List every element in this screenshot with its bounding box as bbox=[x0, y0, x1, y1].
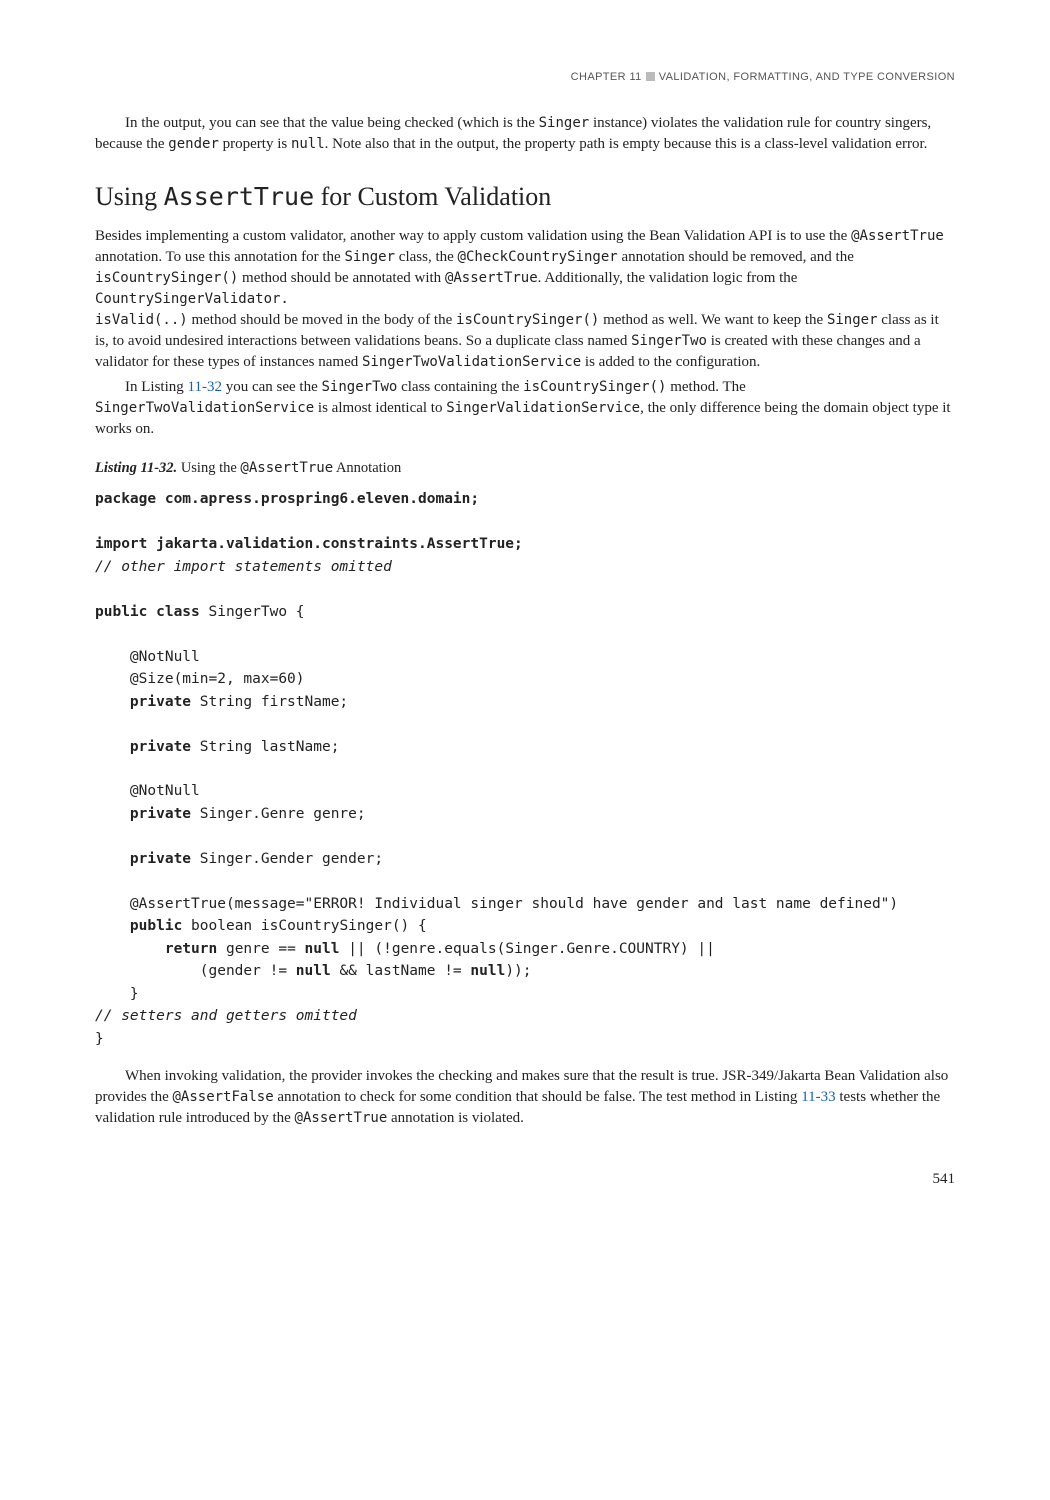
listing-label: Listing 11-32. bbox=[95, 460, 177, 476]
code-line: import jakarta.validation.constraints.As… bbox=[95, 536, 523, 552]
code-inline: null bbox=[291, 136, 325, 152]
code-inline: isCountrySinger() bbox=[456, 312, 599, 328]
text: class, the bbox=[395, 249, 457, 265]
code-line: @NotNull bbox=[95, 783, 200, 799]
code-inline: SingerTwo bbox=[631, 333, 707, 349]
code-text bbox=[95, 851, 130, 867]
code-line: package com.apress.prospring6.eleven.dom… bbox=[95, 491, 479, 507]
code-text: && lastName != bbox=[331, 963, 471, 979]
code-text: String lastName; bbox=[191, 739, 339, 755]
page-number: 541 bbox=[95, 1169, 955, 1190]
code-inline: SingerValidationService bbox=[446, 400, 640, 416]
paragraph: In the output, you can see that the valu… bbox=[95, 113, 955, 155]
text: method as well. We want to keep the bbox=[599, 312, 827, 328]
code-comment: // setters and getters omitted bbox=[95, 1008, 357, 1024]
text: Annotation bbox=[333, 460, 401, 476]
code-line: } bbox=[95, 986, 139, 1002]
text: annotation should be removed, and the bbox=[618, 249, 854, 265]
code-inline: @AssertTrue bbox=[240, 460, 333, 476]
code-text: (gender != bbox=[95, 963, 296, 979]
code-inline: SingerTwoValidationService bbox=[362, 354, 581, 370]
code-text: SingerTwo { bbox=[200, 604, 305, 620]
text: annotation is violated. bbox=[387, 1110, 524, 1126]
text: is added to the configuration. bbox=[581, 354, 760, 370]
code-text: genre == bbox=[217, 941, 304, 957]
text: is almost identical to bbox=[314, 400, 446, 416]
text: . Note also that in the output, the prop… bbox=[325, 136, 928, 152]
code-text: Singer.Genre genre; bbox=[191, 806, 366, 822]
code-text bbox=[95, 694, 130, 710]
code-inline: CountrySingerValidator. bbox=[95, 291, 289, 307]
code-text: || (!genre.equals(Singer.Genre.COUNTRY) … bbox=[339, 941, 714, 957]
text: Besides implementing a custom validator,… bbox=[95, 228, 851, 244]
code-inline: @AssertFalse bbox=[172, 1089, 273, 1105]
code-text bbox=[95, 918, 130, 934]
code-keyword: public bbox=[130, 918, 182, 934]
code-comment: // other import statements omitted bbox=[95, 559, 392, 575]
code-inline: Singer bbox=[344, 249, 395, 265]
code-inline: isCountrySinger() bbox=[523, 379, 666, 395]
text: Using bbox=[95, 182, 164, 211]
code-inline: Singer bbox=[539, 115, 590, 131]
code-text: boolean isCountrySinger() { bbox=[182, 918, 426, 934]
code-line: @AssertTrue(message="ERROR! Individual s… bbox=[95, 896, 898, 912]
text: Using the bbox=[181, 460, 241, 476]
code-inline: @AssertTrue bbox=[445, 270, 538, 286]
text: method. The bbox=[666, 379, 745, 395]
text: In Listing bbox=[125, 379, 188, 395]
text: In the output, you can see that the valu… bbox=[125, 115, 539, 131]
text: method should be annotated with bbox=[238, 270, 445, 286]
code-inline: SingerTwo bbox=[322, 379, 398, 395]
code-inline: @AssertTrue bbox=[295, 1110, 388, 1126]
listing-ref-link[interactable]: 11-32 bbox=[188, 379, 222, 395]
code-keyword: null bbox=[296, 963, 331, 979]
code-text: String firstName; bbox=[191, 694, 348, 710]
code-keyword: private bbox=[130, 694, 191, 710]
listing-ref-link[interactable]: 11-33 bbox=[801, 1089, 835, 1105]
section-heading: Using AssertTrue for Custom Validation bbox=[95, 179, 955, 215]
text: annotation to check for some condition t… bbox=[274, 1089, 802, 1105]
text: you can see the bbox=[222, 379, 322, 395]
code-text bbox=[95, 806, 130, 822]
code-line: @Size(min=2, max=60) bbox=[95, 671, 305, 687]
text: property is bbox=[219, 136, 291, 152]
paragraph: Besides implementing a custom validator,… bbox=[95, 226, 955, 373]
code-text bbox=[95, 941, 165, 957]
code-keyword: private bbox=[130, 851, 191, 867]
paragraph: When invoking validation, the provider i… bbox=[95, 1066, 955, 1129]
text: method should be moved in the body of th… bbox=[188, 312, 456, 328]
separator-icon bbox=[646, 72, 655, 81]
code-text: Singer.Gender gender; bbox=[191, 851, 383, 867]
text: annotation. To use this annotation for t… bbox=[95, 249, 344, 265]
text: for Custom Validation bbox=[314, 182, 551, 211]
code-inline: gender bbox=[168, 136, 219, 152]
listing-caption: Listing 11-32. Using the @AssertTrue Ann… bbox=[95, 458, 955, 479]
code-keyword: public class bbox=[95, 604, 200, 620]
code-keyword: private bbox=[130, 739, 191, 755]
running-header: CHAPTER 11 VALIDATION, FORMATTING, AND TY… bbox=[95, 70, 955, 85]
code-keyword: private bbox=[130, 806, 191, 822]
code-keyword: null bbox=[470, 963, 505, 979]
text: . Additionally, the validation logic fro… bbox=[538, 270, 798, 286]
chapter-label: CHAPTER 11 bbox=[571, 71, 642, 83]
code-inline: @AssertTrue bbox=[851, 228, 944, 244]
code-inline: isValid(..) bbox=[95, 312, 188, 328]
text: class containing the bbox=[397, 379, 523, 395]
chapter-title: VALIDATION, FORMATTING, AND TYPE CONVERS… bbox=[659, 71, 955, 83]
code-inline: SingerTwoValidationService bbox=[95, 400, 314, 416]
code-inline: isCountrySinger() bbox=[95, 270, 238, 286]
code-inline: @CheckCountrySinger bbox=[458, 249, 618, 265]
code-inline: AssertTrue bbox=[164, 182, 315, 211]
code-line: } bbox=[95, 1031, 104, 1047]
code-text bbox=[95, 739, 130, 755]
code-block: package com.apress.prospring6.eleven.dom… bbox=[95, 488, 955, 1050]
code-keyword: null bbox=[305, 941, 340, 957]
code-text: )); bbox=[505, 963, 531, 979]
code-line: @NotNull bbox=[95, 649, 200, 665]
code-keyword: return bbox=[165, 941, 217, 957]
code-inline: Singer bbox=[827, 312, 878, 328]
paragraph: In Listing 11-32 you can see the SingerT… bbox=[95, 377, 955, 440]
